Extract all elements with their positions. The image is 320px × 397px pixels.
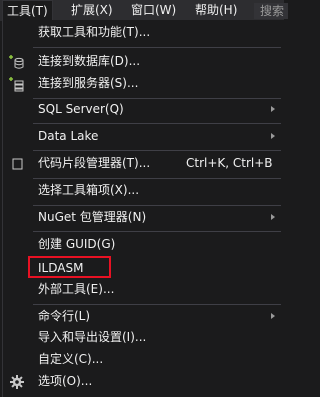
menu-item-external-tools[interactable]: 外部工具(E)... bbox=[3, 278, 285, 300]
menu-item-connect-database[interactable]: 连接到数据库(D)... bbox=[3, 50, 285, 72]
menu-item-label: 自定义(C)... bbox=[38, 352, 104, 366]
menu-item-code-snippets-manager[interactable]: 代码片段管理器(T)... Ctrl+K, Ctrl+B bbox=[3, 152, 285, 174]
menu-item-label: 导入和导出设置(I)... bbox=[38, 330, 147, 344]
menubar-help[interactable]: 帮助(H) bbox=[191, 0, 241, 21]
submenu-arrow-icon bbox=[271, 106, 275, 112]
ildasm-highlight-box bbox=[28, 256, 111, 278]
separator bbox=[33, 123, 281, 124]
menu-item-label: 获取工具和功能(T)... bbox=[38, 25, 151, 39]
menu-item-options[interactable]: 选项(O)... bbox=[3, 370, 285, 392]
gear-icon bbox=[9, 374, 25, 390]
menu-item-data-lake[interactable]: Data Lake bbox=[3, 125, 285, 147]
menu-item-label: 命令行(L) bbox=[38, 309, 91, 323]
separator bbox=[33, 47, 281, 48]
menu-item-sql-server[interactable]: SQL Server(Q) bbox=[3, 98, 285, 120]
menu-item-command-line[interactable]: 命令行(L) bbox=[3, 305, 285, 327]
menu-bar: 工具(T) 扩展(X) 窗口(W) 帮助(H) 搜索 bbox=[0, 0, 288, 21]
menu-item-create-guid[interactable]: 创建 GUID(G) bbox=[3, 233, 285, 255]
menu-item-get-tools[interactable]: 获取工具和功能(T)... bbox=[3, 21, 285, 43]
separator bbox=[33, 150, 281, 151]
menu-item-label: 外部工具(E)... bbox=[38, 282, 115, 296]
menu-item-label: 选择工具箱项(X)... bbox=[38, 183, 140, 197]
submenu-arrow-icon bbox=[271, 214, 275, 220]
menu-item-shortcut: Ctrl+K, Ctrl+B bbox=[186, 156, 273, 170]
menu-item-label: 连接到服务器(S)... bbox=[38, 76, 139, 90]
database-connect-icon bbox=[9, 54, 25, 70]
menu-item-label: SQL Server(Q) bbox=[38, 102, 124, 116]
menubar-extensions[interactable]: 扩展(X) bbox=[67, 0, 117, 21]
checkbox-icon bbox=[9, 156, 25, 172]
menubar-tools[interactable]: 工具(T) bbox=[2, 0, 53, 21]
menubar-window[interactable]: 窗口(W) bbox=[127, 0, 180, 21]
menu-item-connect-server[interactable]: 连接到服务器(S)... bbox=[3, 72, 285, 94]
menu-item-customize[interactable]: 自定义(C)... bbox=[3, 348, 285, 370]
tools-dropdown-menu: 获取工具和功能(T)... 连接到数据库(D)... 连接到服务器(S)... bbox=[2, 20, 284, 397]
menu-item-label: 代码片段管理器(T)... bbox=[38, 156, 151, 170]
menu-item-choose-toolbox-items[interactable]: 选择工具箱项(X)... bbox=[3, 179, 285, 201]
menu-item-label: 连接到数据库(D)... bbox=[38, 54, 141, 68]
submenu-arrow-icon bbox=[271, 133, 275, 139]
menu-item-import-export-settings[interactable]: 导入和导出设置(I)... bbox=[3, 326, 285, 348]
menu-item-label: NuGet 包管理器(N) bbox=[38, 210, 147, 224]
menu-item-label: 选项(O)... bbox=[38, 374, 93, 388]
menu-item-label: Data Lake bbox=[38, 129, 99, 143]
separator bbox=[33, 231, 281, 232]
menu-item-label: 创建 GUID(G) bbox=[38, 237, 116, 251]
search-box[interactable]: 搜索 bbox=[254, 3, 288, 19]
server-connect-icon bbox=[9, 76, 25, 92]
menu-item-nuget-package-manager[interactable]: NuGet 包管理器(N) bbox=[3, 206, 285, 228]
submenu-arrow-icon bbox=[271, 313, 275, 319]
